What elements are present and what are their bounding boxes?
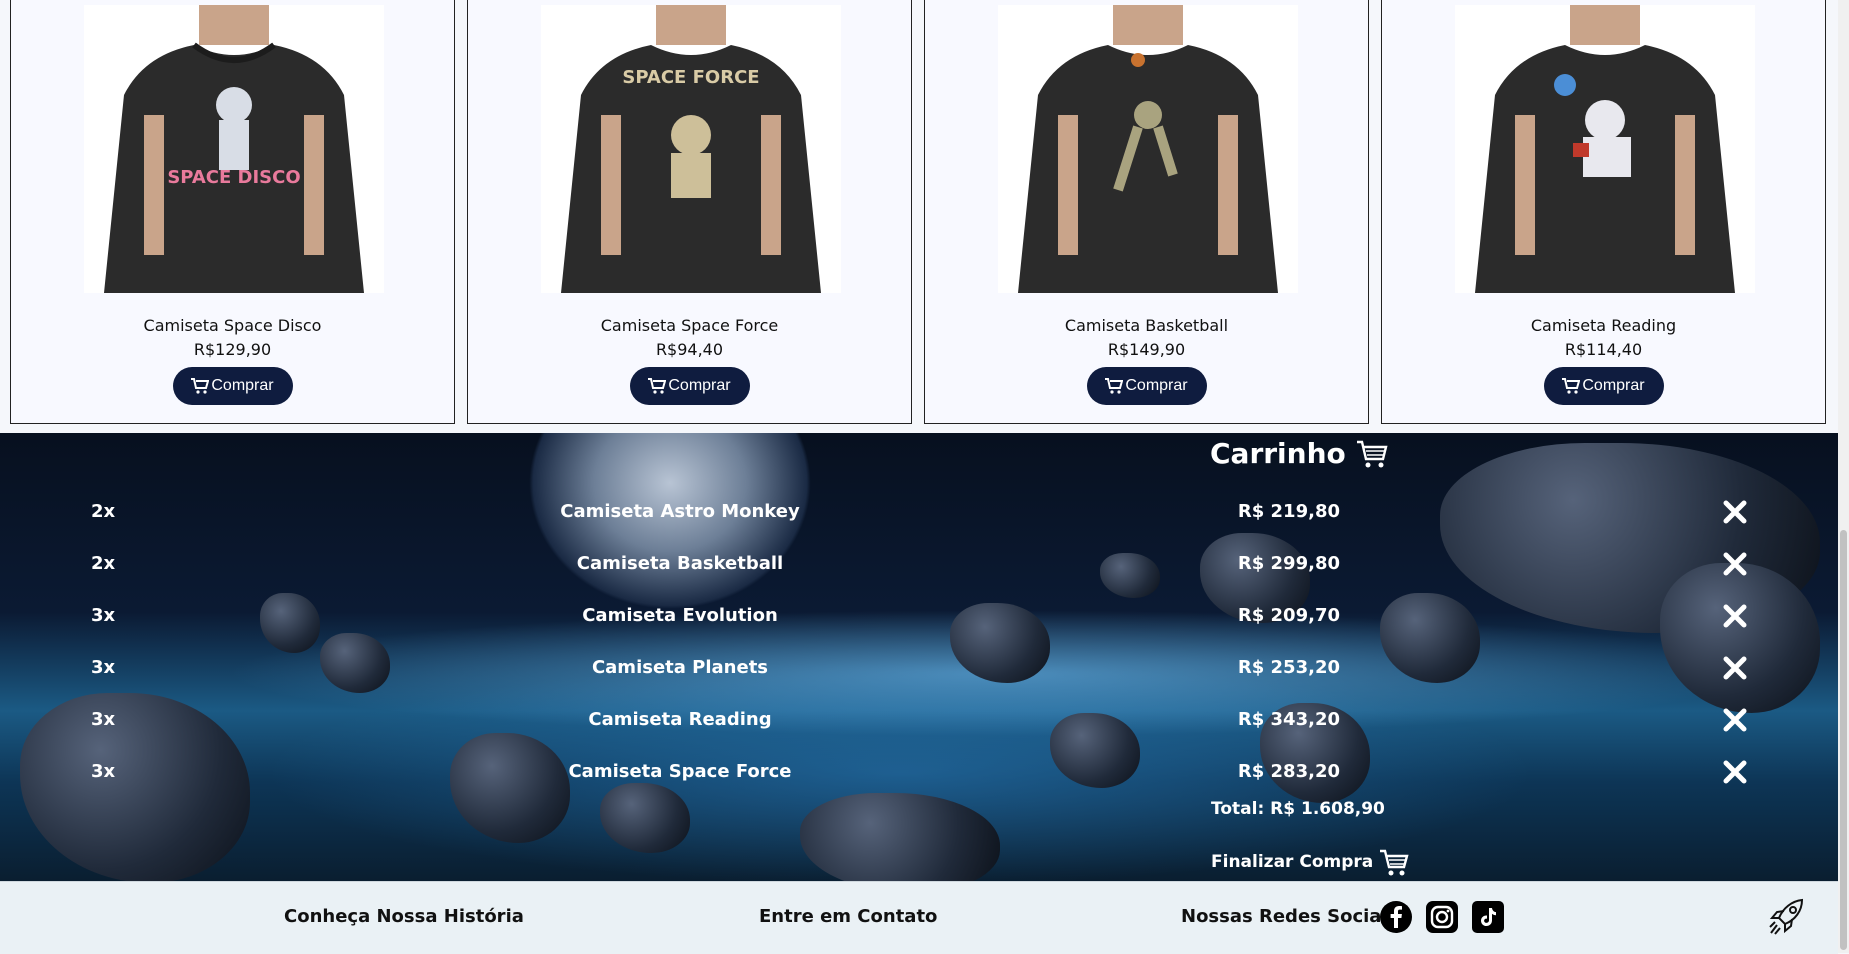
cart-item-total: R$ 253,20: [1237, 657, 1340, 678]
product-image[interactable]: [998, 5, 1298, 293]
cart-icon: [1105, 378, 1124, 394]
remove-item-icon[interactable]: [1722, 707, 1748, 733]
buy-button[interactable]: Comprar: [1543, 367, 1664, 405]
buy-label: Comprar: [668, 377, 731, 394]
product-price: R$114,40: [1564, 340, 1643, 359]
remove-item-icon[interactable]: [1722, 655, 1748, 681]
cart-item: 3x Camiseta Planets R$ 253,20: [0, 655, 1838, 687]
cart-item-total: R$ 209,70: [1237, 605, 1340, 626]
product-card: SPACE FORCE Camiseta Space Force R$94,40…: [467, 0, 912, 424]
remove-item-icon[interactable]: [1722, 499, 1748, 525]
cart-item-name: Camiseta Space Force: [568, 761, 792, 782]
cart-item-total: R$ 219,80: [1237, 501, 1340, 522]
cart-item: 2x Camiseta Astro Monkey R$ 219,80: [0, 499, 1838, 531]
remove-item-icon[interactable]: [1722, 759, 1748, 785]
cart-item-total: R$ 343,20: [1237, 709, 1340, 730]
product-name: Camiseta Space Disco: [143, 316, 322, 335]
social-title: Nossas Redes Sociais: [1181, 906, 1399, 927]
product-print-text: SPACE FORCE: [622, 67, 759, 88]
cart-item: 3x Camiseta Reading R$ 343,20: [0, 707, 1838, 739]
cart-total: Total: R$ 1.608,90: [1211, 799, 1385, 819]
cart-icon: [1562, 378, 1581, 394]
product-price: R$94,40: [655, 340, 724, 359]
product-image[interactable]: [1455, 5, 1755, 293]
cart-item-qty: 3x: [91, 605, 116, 626]
cart-item-name: Camiseta Astro Monkey: [560, 501, 800, 522]
product-name: Camiseta Space Force: [600, 316, 779, 335]
cart-icon: [1380, 849, 1409, 876]
product-card: SPACE DISCO Camiseta Space Disco R$129,9…: [10, 0, 455, 424]
cart-item-name: Camiseta Planets: [591, 657, 769, 678]
buy-button[interactable]: Comprar: [629, 367, 750, 405]
remove-item-icon[interactable]: [1722, 603, 1748, 629]
cart-item: 3x Camiseta Evolution R$ 209,70: [0, 603, 1838, 635]
rocket-icon[interactable]: [1768, 897, 1806, 937]
product-name: Camiseta Basketball: [1064, 316, 1229, 335]
tiktok-icon[interactable]: [1472, 901, 1504, 933]
buy-label: Comprar: [1582, 377, 1645, 394]
cart-item-qty: 2x: [91, 553, 116, 574]
product-price: R$149,90: [1107, 340, 1186, 359]
history-link[interactable]: Conheça Nossa História: [284, 906, 524, 927]
cart-item-name: Camiseta Basketball: [576, 553, 784, 574]
scrollbar[interactable]: [1838, 0, 1849, 953]
cart-item-qty: 3x: [91, 709, 116, 730]
cart-icon: [1356, 440, 1388, 467]
buy-button[interactable]: Comprar: [172, 367, 293, 405]
cart-title: Carrinho: [1210, 437, 1388, 470]
product-name: Camiseta Reading: [1530, 316, 1677, 335]
product-print-text: SPACE DISCO: [167, 167, 300, 188]
cart-item: 3x Camiseta Space Force R$ 283,20: [0, 759, 1838, 791]
scrollbar-thumb[interactable]: [1840, 530, 1847, 950]
cart-item-total: R$ 283,20: [1237, 761, 1340, 782]
cart-section: Carrinho 2x Camiseta Astro Monkey R$ 219…: [0, 433, 1838, 881]
cart-icon: [191, 378, 210, 394]
cart-title-label: Carrinho: [1210, 437, 1346, 470]
checkout-button[interactable]: Finalizar Compra: [1211, 847, 1409, 877]
cart-item-qty: 3x: [91, 657, 116, 678]
product-grid: SPACE DISCO Camiseta Space Disco R$129,9…: [0, 0, 1849, 432]
cart-item-qty: 3x: [91, 761, 116, 782]
instagram-icon[interactable]: [1426, 901, 1458, 933]
product-image[interactable]: SPACE DISCO: [84, 5, 384, 293]
product-image[interactable]: SPACE FORCE: [541, 5, 841, 293]
contact-link[interactable]: Entre em Contato: [759, 906, 937, 927]
buy-label: Comprar: [1125, 377, 1188, 394]
checkout-label: Finalizar Compra: [1211, 852, 1374, 872]
facebook-icon[interactable]: [1380, 901, 1412, 933]
cart-item-name: Camiseta Reading: [588, 709, 772, 730]
cart-icon: [648, 378, 667, 394]
cart-item-name: Camiseta Evolution: [582, 605, 778, 626]
product-card: Camiseta Reading R$114,40 Comprar: [1381, 0, 1826, 424]
remove-item-icon[interactable]: [1722, 551, 1748, 577]
cart-item-qty: 2x: [91, 501, 116, 522]
cart-item-total: R$ 299,80: [1237, 553, 1340, 574]
buy-button[interactable]: Comprar: [1086, 367, 1207, 405]
product-price: R$129,90: [193, 340, 272, 359]
cart-item: 2x Camiseta Basketball R$ 299,80: [0, 551, 1838, 583]
footer: Conheça Nossa História Entre em Contato …: [0, 881, 1838, 954]
product-card: Camiseta Basketball R$149,90 Comprar: [924, 0, 1369, 424]
buy-label: Comprar: [211, 377, 274, 394]
